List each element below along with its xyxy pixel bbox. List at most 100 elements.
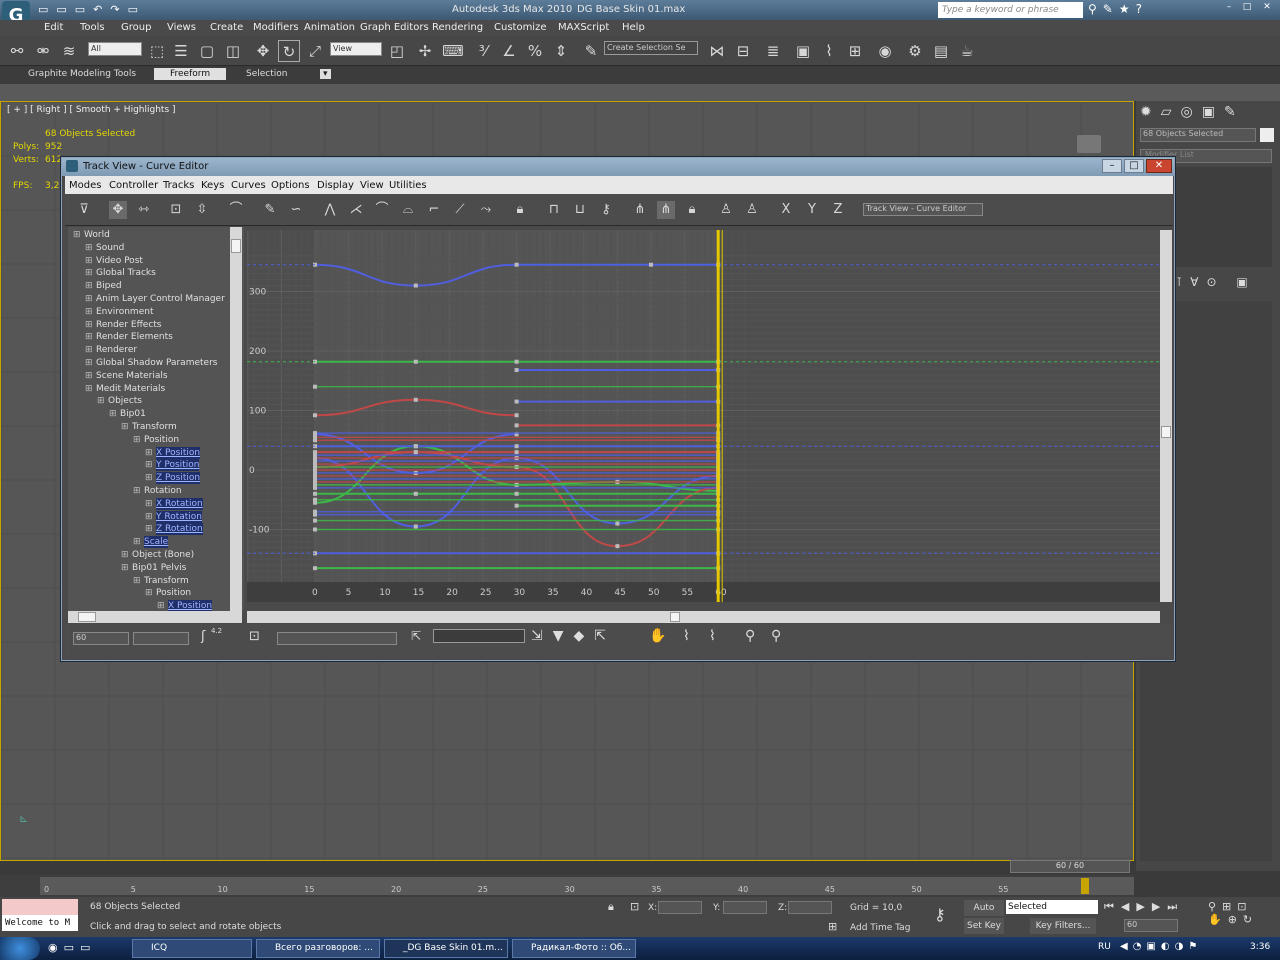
tree-node-icon[interactable]: ⊞	[85, 306, 93, 318]
menu-edit[interactable]: Edit	[44, 22, 63, 33]
unlink-icon[interactable]: ⚮	[32, 40, 54, 62]
set-key-button[interactable]: Set Key	[964, 918, 1004, 934]
tv-menu-keys[interactable]: Keys	[201, 180, 224, 191]
snap-frames-icon[interactable]: ⊓	[545, 201, 563, 219]
biped-y-icon[interactable]: Y	[803, 201, 821, 219]
start-button[interactable]	[0, 937, 40, 960]
show-selected-keys-icon[interactable]: ʃ	[201, 629, 205, 644]
tree-node-icon[interactable]: ⊞	[85, 357, 93, 369]
add-keys-icon[interactable]: ⌒	[227, 201, 245, 219]
show-all-tangents-icon[interactable]: ⋔	[657, 201, 675, 219]
menu-views[interactable]: Views	[167, 22, 196, 33]
select-by-name-icon[interactable]: ☰	[170, 40, 192, 62]
move-keys-icon[interactable]: ✥	[109, 201, 127, 219]
menu-animation[interactable]: Animation	[304, 22, 355, 33]
tree-scroll-thumb[interactable]	[231, 239, 241, 253]
tree-item[interactable]: Y Rotation	[156, 510, 202, 523]
tree-item[interactable]: Sound	[96, 242, 124, 254]
tree-node-icon[interactable]: ⊞	[133, 485, 141, 497]
show-tangents-icon[interactable]: ⋔	[631, 201, 649, 219]
tv-close-button[interactable]: ✕	[1146, 159, 1172, 173]
select-by-name-icon[interactable]: ⇱	[411, 629, 421, 643]
key-icon[interactable]: ⚷	[597, 201, 615, 219]
track-set-dropdown[interactable]	[433, 629, 525, 643]
rendered-frame-icon[interactable]: ▤	[930, 40, 952, 62]
timeline-ruler[interactable]	[40, 877, 1134, 895]
tree-node-icon[interactable]: ⊞	[85, 370, 93, 382]
tree-item[interactable]: Medit Materials	[96, 383, 165, 395]
tree-item[interactable]: X Position	[168, 600, 213, 611]
tree-node-icon[interactable]: ⊞	[85, 255, 93, 267]
tree-node-icon[interactable]: ⊞	[145, 587, 153, 599]
graph-vscrollbar[interactable]	[1160, 230, 1172, 602]
tree-item[interactable]: Rotation	[144, 485, 182, 497]
tree-node-icon[interactable]: ⊞	[85, 293, 93, 305]
tree-item[interactable]: Global Shadow Parameters	[96, 357, 217, 369]
time-slider-thumb[interactable]	[1081, 878, 1089, 894]
menu-maxscript[interactable]: MAXScript	[558, 22, 609, 33]
tree-node-icon[interactable]: ⊞	[97, 395, 105, 407]
viewport-nav-icons[interactable]: ⚲⊞⊡ ✋⊕↻	[1208, 900, 1258, 926]
tree-node-icon[interactable]: ⊞	[121, 421, 129, 433]
tv-menu-controller[interactable]: Controller	[109, 180, 158, 191]
tree-item[interactable]: Anim Layer Control Manager	[96, 293, 225, 305]
rect-selection-icon[interactable]: ▢	[196, 40, 218, 62]
menu-create[interactable]: Create	[210, 22, 243, 33]
tree-node-icon[interactable]: ⊞	[145, 472, 153, 484]
auto-key-button[interactable]: Auto Key	[964, 900, 1004, 929]
schematic-view-icon[interactable]: ⊞	[844, 40, 866, 62]
graph-hscrollbar[interactable]	[247, 611, 1160, 623]
tv-menu-modes[interactable]: Modes	[69, 180, 101, 191]
render-teapot-icon[interactable]: ☕	[956, 40, 978, 62]
tree-node-icon[interactable]: ⊞	[85, 319, 93, 331]
tv-menu-options[interactable]: Options	[271, 180, 310, 191]
track-view-titlebar[interactable]: Track View - Curve Editor – □ ✕	[62, 158, 1174, 176]
nav-icons[interactable]: ⇲▼◆⇱	[531, 628, 616, 644]
zoom-value-extents-icon[interactable]: ⌇	[709, 628, 716, 644]
snap-toggle-icon[interactable]: ³⁄	[472, 40, 494, 62]
keyboard-shortcut-icon[interactable]: ⌨	[442, 40, 464, 62]
track-selection-field[interactable]	[277, 632, 397, 645]
tree-item[interactable]: Renderer	[96, 344, 137, 356]
tree-node-icon[interactable]: ⊞	[85, 331, 93, 343]
menu-modifiers[interactable]: Modifiers	[253, 22, 299, 33]
maxscript-listener[interactable]: Welcome to M	[2, 915, 78, 931]
tree-item[interactable]: Biped	[96, 280, 122, 292]
graphite-toggle-icon[interactable]: ▣	[792, 40, 814, 62]
tree-item[interactable]: Z Position	[156, 472, 201, 485]
taskbar-item-browser[interactable]: Радикал-Фото :: Об...	[512, 939, 636, 958]
tree-item[interactable]: Transform	[132, 421, 177, 433]
tangent-custom-icon[interactable]: ⋌	[347, 201, 365, 219]
tv-menu-utilities[interactable]: Utilities	[389, 180, 427, 191]
reduce-keys-icon[interactable]: ∽	[287, 201, 305, 219]
tree-item[interactable]: Position	[156, 587, 191, 599]
maximize-button[interactable]: □	[1240, 2, 1254, 16]
tv-menu-tracks[interactable]: Tracks	[163, 180, 194, 191]
tree-item[interactable]: Position	[144, 434, 179, 446]
tray-icons[interactable]: ◀◔▣◐◑⚑	[1120, 941, 1202, 952]
viewport-label[interactable]: [ + ] [ Right ] [ Smooth + Highlights ]	[7, 105, 176, 115]
frame-field[interactable]: 60	[73, 632, 129, 645]
tree-hscroll-thumb[interactable]	[78, 612, 96, 622]
tree-node-icon[interactable]: ⊞	[121, 549, 129, 561]
zoom-icon[interactable]: ⚲	[745, 628, 755, 644]
biped-position-icon[interactable]: ♙	[717, 201, 735, 219]
tv-menu-display[interactable]: Display	[317, 180, 354, 191]
tv-minimize-button[interactable]: –	[1102, 159, 1122, 173]
tree-node-icon[interactable]: ⊞	[145, 498, 153, 510]
pivot-center-icon[interactable]: ◰	[386, 40, 408, 62]
taskbar-item-3dsmax[interactable]: _DG Base Skin 01.m...	[384, 939, 508, 958]
tree-item[interactable]: Scale	[144, 536, 169, 549]
curve-graph[interactable]: 3002001000-100-2000510152025303540455055…	[247, 230, 1160, 602]
draw-curves-icon[interactable]: ✎	[261, 201, 279, 219]
ref-coord-dropdown[interactable]: View	[330, 42, 382, 56]
controller-tree[interactable]: World ⊞ Sound ⊞ Video Post ⊞ Global Tracks ⊞ Bip…	[68, 227, 244, 611]
close-button[interactable]: ✕	[1258, 2, 1276, 16]
listener-pink-area[interactable]	[2, 899, 78, 915]
mirror-icon[interactable]: ⋈	[706, 40, 728, 62]
tree-node-icon[interactable]: ⊞	[145, 447, 153, 459]
scale-values-icon[interactable]: ⇳	[193, 201, 211, 219]
menu-help[interactable]: Help	[622, 22, 645, 33]
parameter-curve-out-icon[interactable]: ⊔	[571, 201, 589, 219]
viewcube-icon[interactable]	[1077, 135, 1101, 153]
